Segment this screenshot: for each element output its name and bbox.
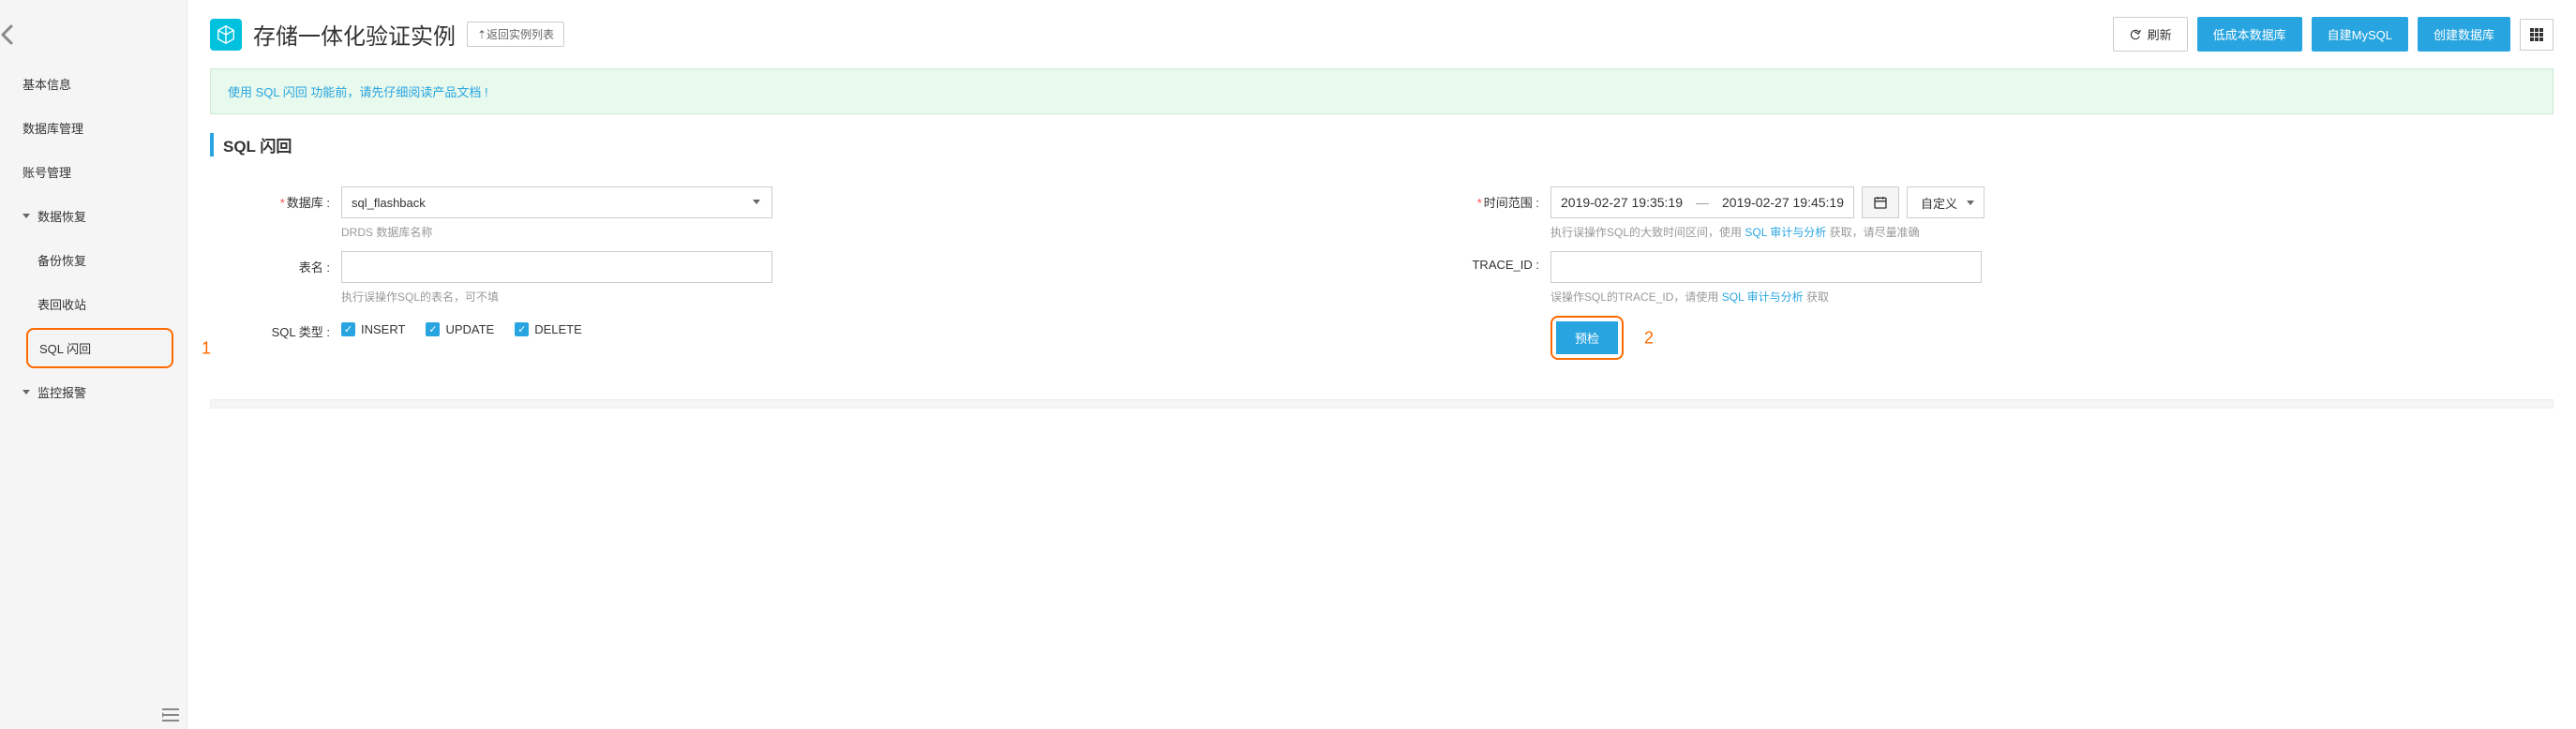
checkbox-update[interactable]: ✓ UPDATE bbox=[426, 322, 494, 336]
low-cost-db-button[interactable]: 低成本数据库 bbox=[2197, 17, 2302, 52]
annotation-2: 2 bbox=[1644, 328, 1654, 348]
section-title: SQL 闪回 bbox=[210, 133, 2554, 156]
calendar-button[interactable] bbox=[1862, 186, 1899, 218]
create-db-button[interactable]: 创建数据库 bbox=[2418, 17, 2510, 52]
checkbox-label: DELETE bbox=[534, 322, 582, 336]
main-content: 存储一体化验证实例 ⇡返回实例列表 刷新 低成本数据库 自建MySQL 创建数据… bbox=[187, 0, 2576, 729]
table-label: 表名 : bbox=[210, 251, 341, 275]
time-start: 2019-02-27 19:35:19 bbox=[1561, 195, 1683, 210]
check-icon: ✓ bbox=[515, 322, 529, 336]
check-icon: ✓ bbox=[426, 322, 440, 336]
db-label: *数据库 : bbox=[210, 186, 341, 211]
back-arrow[interactable] bbox=[0, 17, 187, 62]
sidebar-item-account[interactable]: 账号管理 bbox=[0, 150, 187, 194]
grid-view-button[interactable] bbox=[2520, 19, 2554, 51]
self-mysql-button[interactable]: 自建MySQL bbox=[2312, 17, 2408, 52]
sidebar-item-table-recycle[interactable]: 表回收站 bbox=[0, 282, 187, 326]
trace-help: 误操作SQL的TRACE_ID，请使用 SQL 审计与分析 获取 bbox=[1550, 289, 2554, 305]
sql-audit-link-2[interactable]: SQL 审计与分析 bbox=[1722, 290, 1804, 304]
sidebar-item-sql-flashback[interactable]: SQL 闪回 bbox=[26, 328, 173, 368]
checkbox-insert[interactable]: ✓ INSERT bbox=[341, 322, 405, 336]
refresh-button[interactable]: 刷新 bbox=[2113, 17, 2188, 52]
sidebar-group-data-restore[interactable]: 数据恢复 bbox=[0, 194, 187, 238]
calendar-icon bbox=[1873, 195, 1888, 210]
app-icon bbox=[210, 19, 242, 51]
time-end: 2019-02-27 19:45:19 bbox=[1722, 195, 1844, 210]
sidebar: 基本信息 数据库管理 账号管理 数据恢复 备份恢复 表回收站 SQL 闪回 1 … bbox=[0, 0, 187, 729]
refresh-icon bbox=[2129, 28, 2142, 41]
back-to-list-button[interactable]: ⇡返回实例列表 bbox=[467, 22, 564, 47]
db-select[interactable]: sql_flashback bbox=[341, 186, 772, 218]
sidebar-item-backup-restore[interactable]: 备份恢复 bbox=[0, 238, 187, 282]
time-help: 执行误操作SQL的大致时间区间，使用 SQL 审计与分析 获取，请尽量准确 bbox=[1550, 224, 2554, 240]
grid-icon bbox=[2530, 28, 2543, 41]
notice-banner: 使用 SQL 闪回 功能前，请先仔细阅读产品文档 ! bbox=[210, 68, 2554, 114]
sidebar-item-db-manage[interactable]: 数据库管理 bbox=[0, 106, 187, 150]
caret-down-icon bbox=[22, 390, 30, 394]
bottom-bar bbox=[210, 399, 2554, 409]
check-icon: ✓ bbox=[341, 322, 355, 336]
table-help: 执行误操作SQL的表名，可不填 bbox=[341, 289, 772, 305]
refresh-label: 刷新 bbox=[2148, 25, 2172, 43]
checkbox-label: UPDATE bbox=[445, 322, 494, 336]
sidebar-group-label: 数据恢复 bbox=[37, 207, 86, 225]
annotation-1: 1 bbox=[202, 338, 211, 358]
db-help: DRDS 数据库名称 bbox=[341, 224, 772, 240]
sidebar-item-basic[interactable]: 基本信息 bbox=[0, 62, 187, 106]
table-input[interactable] bbox=[341, 251, 772, 283]
trace-label: TRACE_ID : bbox=[1419, 251, 1550, 272]
sql-audit-link[interactable]: SQL 审计与分析 bbox=[1745, 226, 1826, 239]
sql-type-label: SQL 类型 : bbox=[210, 316, 341, 340]
caret-down-icon bbox=[22, 214, 30, 218]
time-label: *时间范围 : bbox=[1419, 186, 1550, 211]
collapse-sidebar-icon[interactable] bbox=[162, 708, 179, 722]
time-preset-select[interactable]: 自定义 bbox=[1907, 186, 1984, 218]
precheck-button-highlight: 预检 bbox=[1550, 316, 1624, 360]
time-separator: — bbox=[1696, 195, 1709, 210]
time-range-input[interactable]: 2019-02-27 19:35:19 — 2019-02-27 19:45:1… bbox=[1550, 186, 1854, 218]
checkbox-label: INSERT bbox=[361, 322, 405, 336]
sidebar-group-monitor[interactable]: 监控报警 bbox=[0, 370, 187, 414]
page-title: 存储一体化验证实例 bbox=[253, 18, 456, 51]
trace-id-input[interactable] bbox=[1550, 251, 1982, 283]
sidebar-group-label: 监控报警 bbox=[37, 383, 86, 401]
precheck-button[interactable]: 预检 bbox=[1556, 321, 1618, 354]
checkbox-delete[interactable]: ✓ DELETE bbox=[515, 322, 582, 336]
